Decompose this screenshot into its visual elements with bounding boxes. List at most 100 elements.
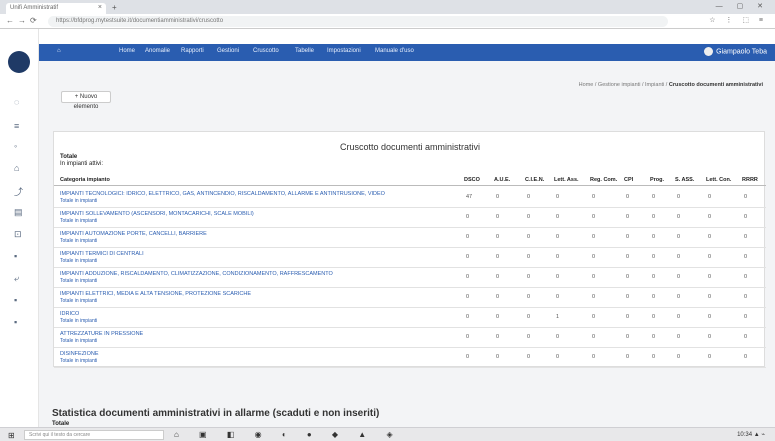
table-cell[interactable]: 0 [677,254,680,260]
table-cell[interactable]: 0 [677,334,680,340]
table-cell[interactable]: 0 [708,274,711,280]
nav-impostazioni[interactable]: Impostazioni [327,48,361,54]
category-sub-link[interactable]: Totale in impianti [60,358,97,364]
table-cell[interactable]: 0 [626,194,629,200]
table-cell[interactable]: 0 [556,274,559,280]
table-cell[interactable]: 0 [556,354,559,360]
table-cell[interactable]: 0 [652,314,655,320]
category-link[interactable]: IMPIANTI SOLLEVAMENTO (ASCENSORI, MONTAC… [60,211,254,217]
table-cell[interactable]: 0 [592,314,595,320]
table-cell[interactable]: 0 [744,214,747,220]
table-cell[interactable]: 0 [708,194,711,200]
table-cell[interactable]: 0 [626,214,629,220]
table-cell[interactable]: 0 [592,294,595,300]
forward-icon[interactable]: → [18,16,26,25]
table-cell[interactable]: 47 [466,194,472,200]
table-cell[interactable]: 0 [708,294,711,300]
category-sub-link[interactable]: Totale in impianti [60,338,97,344]
table-cell[interactable]: 0 [496,334,499,340]
taskbar-apps[interactable]: ⌂ ▣ ◧ ◉ ◐ ● ◆ ▲ ◈ [174,430,402,439]
table-cell[interactable]: 0 [466,234,469,240]
table-cell[interactable]: 0 [466,334,469,340]
table-cell[interactable]: 0 [626,314,629,320]
table-cell[interactable]: 0 [677,214,680,220]
table-cell[interactable]: 0 [652,334,655,340]
user-menu[interactable]: Giampaolo Teba [704,47,767,56]
back-icon[interactable]: ← [6,16,14,25]
table-cell[interactable]: 0 [708,314,711,320]
table-cell[interactable]: 0 [744,334,747,340]
table-cell[interactable]: 0 [677,274,680,280]
table-cell[interactable]: 0 [592,194,595,200]
table-cell[interactable]: 0 [626,354,629,360]
table-cell[interactable]: 0 [496,314,499,320]
table-cell[interactable]: 0 [496,234,499,240]
table-cell[interactable]: 0 [652,294,655,300]
table-cell[interactable]: 1 [556,314,559,320]
table-cell[interactable]: 0 [496,254,499,260]
nav-cruscotto[interactable]: Cruscotto [253,48,279,54]
sidebar-icon-7[interactable]: ⊡ [14,229,22,240]
extensions-icons[interactable]: ☆ ⋮ ⬚ ≡ [709,16,767,24]
table-cell[interactable]: 0 [496,194,499,200]
table-cell[interactable]: 0 [527,354,530,360]
table-cell[interactable]: 0 [626,254,629,260]
nav-manuale[interactable]: Manuale d'uso [375,48,414,54]
table-cell[interactable]: 0 [556,214,559,220]
nav-home[interactable]: Home [119,48,135,54]
table-cell[interactable]: 0 [592,234,595,240]
table-cell[interactable]: 0 [626,294,629,300]
category-link[interactable]: ATTREZZATURE IN PRESSIONE [60,331,143,337]
sidebar-icon-6[interactable]: ▤ [14,207,23,218]
table-cell[interactable]: 0 [556,294,559,300]
table-cell[interactable]: 0 [708,334,711,340]
table-cell[interactable]: 0 [527,214,530,220]
table-cell[interactable]: 0 [466,254,469,260]
category-link[interactable]: IMPIANTI TERMICI DI CENTRALI [60,251,144,257]
table-cell[interactable]: 0 [527,254,530,260]
table-cell[interactable]: 0 [744,314,747,320]
table-cell[interactable]: 0 [708,354,711,360]
category-sub-link[interactable]: Totale in impianti [60,278,97,284]
table-cell[interactable]: 0 [466,274,469,280]
category-sub-link[interactable]: Totale in impianti [60,298,97,304]
sidebar-icon-1[interactable]: ◌ [14,97,19,107]
table-cell[interactable]: 0 [592,254,595,260]
category-sub-link[interactable]: Totale in impianti [60,238,97,244]
table-cell[interactable]: 0 [592,354,595,360]
table-cell[interactable]: 0 [677,294,680,300]
sidebar-icon-2[interactable]: ≡ [14,121,19,131]
table-cell[interactable]: 0 [677,314,680,320]
table-cell[interactable]: 0 [652,234,655,240]
table-cell[interactable]: 0 [677,234,680,240]
table-cell[interactable]: 0 [496,294,499,300]
table-cell[interactable]: 0 [556,334,559,340]
start-icon[interactable]: ⊞ [8,431,15,440]
table-cell[interactable]: 0 [652,354,655,360]
sidebar-icon-11[interactable]: ▪ [14,317,17,327]
table-cell[interactable]: 0 [744,254,747,260]
table-cell[interactable]: 0 [652,274,655,280]
app-logo[interactable] [8,51,30,73]
category-link[interactable]: DISINFEZIONE [60,351,99,357]
sidebar-icon-8[interactable]: ▪ [14,251,17,261]
table-cell[interactable]: 0 [466,314,469,320]
table-cell[interactable]: 0 [527,234,530,240]
new-tab-icon[interactable]: + [112,3,117,12]
table-cell[interactable]: 0 [744,294,747,300]
table-cell[interactable]: 0 [527,294,530,300]
sidebar-icon-5[interactable]: ⤴ [14,185,23,198]
sidebar-icon-9[interactable]: ⤶ [14,273,19,284]
new-element-button[interactable]: + Nuovo elemento [61,91,111,110]
table-cell[interactable]: 0 [556,234,559,240]
sidebar-icon-10[interactable]: ▪ [14,295,17,305]
breadcrumb-path[interactable]: Home / Gestione impianti / Impianti / [579,82,668,88]
table-cell[interactable]: 0 [626,274,629,280]
table-cell[interactable]: 0 [744,274,747,280]
table-cell[interactable]: 0 [652,254,655,260]
close-tab-icon[interactable]: × [98,4,102,11]
category-link[interactable]: IMPIANTI ELETTRICI, MEDIA E ALTA TENSION… [60,291,251,297]
table-cell[interactable]: 0 [708,234,711,240]
table-cell[interactable]: 0 [744,194,747,200]
table-cell[interactable]: 0 [708,214,711,220]
